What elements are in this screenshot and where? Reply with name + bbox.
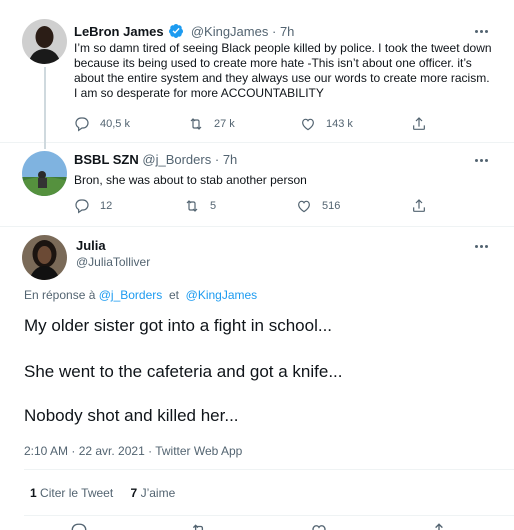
like-count: 143 k (326, 118, 353, 130)
avatar[interactable] (22, 235, 67, 280)
more-options-icon[interactable] (474, 23, 490, 39)
retweet-button[interactable] (190, 522, 208, 530)
share-button[interactable] (411, 197, 427, 215)
reply-icon (75, 117, 89, 132)
thread-line (44, 143, 46, 149)
like-label: J’aime (140, 486, 176, 500)
retweet-count: 5 (210, 200, 217, 212)
more-options-icon[interactable] (474, 238, 490, 254)
tweet-header: LeBron James @KingJames · 7h (74, 23, 294, 43)
share-button[interactable] (411, 115, 427, 133)
tweet-stats: 1 Citer le Tweet 7 J’aime (30, 486, 189, 500)
share-icon (413, 199, 425, 212)
quote-label: Citer le Tweet (40, 486, 114, 500)
retweet-icon (186, 200, 198, 212)
reply-prefix: En réponse à (24, 288, 96, 302)
tweet-time[interactable]: 7h (223, 152, 237, 167)
user-handle[interactable]: @KingJames (191, 24, 269, 39)
tweet-body-line: My older sister got into a fight in scho… (24, 316, 333, 335)
avatar[interactable] (22, 19, 67, 64)
reply-button[interactable]: 40,5 k (74, 115, 130, 133)
heart-icon (298, 200, 310, 213)
more-options-icon[interactable] (474, 152, 490, 168)
tweet-text: I’m so damn tired of seeing Black people… (74, 41, 492, 100)
reply-button[interactable]: 12 (74, 197, 112, 215)
user-handle[interactable]: @j_Borders (142, 152, 211, 167)
separator: · (214, 152, 220, 167)
retweet-count: 27 k (214, 118, 235, 130)
like-count: 516 (322, 200, 341, 212)
tweet-body-line: Nobody shot and killed her... (24, 406, 239, 425)
display-name[interactable]: Julia (76, 238, 106, 253)
like-button[interactable]: 516 (296, 197, 340, 215)
separator: · (271, 24, 277, 39)
like-button[interactable] (310, 522, 328, 530)
divider (24, 469, 514, 470)
tweet-header: BSBL SZN @j_Borders · 7h (74, 152, 237, 168)
reply-joiner: et (168, 288, 179, 302)
tweet-text: Bron, she was about to stab another pers… (74, 173, 307, 187)
share-icon (413, 117, 425, 130)
reply-count: 12 (100, 200, 113, 212)
retweet-icon (192, 524, 204, 530)
heart-icon (302, 118, 314, 131)
retweet-icon (190, 118, 202, 130)
reply-context: En réponse à @j_Borders et @KingJames (24, 288, 257, 302)
quote-tweets-stat[interactable]: 1 Citer le Tweet (30, 486, 113, 500)
likes-stat[interactable]: 7 J’aime (131, 486, 176, 500)
tweet-body-line: She went to the cafeteria and got a knif… (24, 362, 343, 381)
display-name[interactable]: LeBron James (74, 24, 164, 39)
reply-user-link[interactable]: @KingJames (186, 288, 258, 302)
reply-user-link[interactable]: @j_Borders (99, 288, 163, 302)
tweet-metadata: 2:10 AM · 22 avr. 2021 · Twitter Web App (24, 444, 242, 458)
tweet-timestamp[interactable]: 2:10 AM · 22 avr. 2021 · (24, 444, 155, 458)
share-button[interactable] (430, 522, 448, 530)
display-name[interactable]: BSBL SZN (74, 152, 139, 167)
retweet-button[interactable]: 5 (184, 197, 216, 215)
thread-line (44, 67, 46, 143)
tweet-lebron[interactable]: LeBron James @KingJames · 7h I’m so damn… (0, 0, 514, 143)
reply-icon (75, 199, 89, 214)
tweet-actions: 12 5 516 (74, 197, 434, 215)
tweet-actions: 40,5 k 27 k 143 k (74, 115, 434, 133)
retweet-button[interactable]: 27 k (188, 115, 235, 133)
reply-icon (71, 523, 87, 530)
tweet-time[interactable]: 7h (280, 24, 294, 39)
like-count: 7 (130, 486, 138, 500)
like-button[interactable]: 143 k (300, 115, 353, 133)
verified-icon (168, 23, 184, 43)
main-tweet-actions (70, 522, 470, 530)
avatar[interactable] (22, 151, 67, 196)
heart-icon (312, 525, 326, 530)
reply-count: 40,5 k (100, 118, 130, 130)
divider (24, 515, 514, 516)
tweet-bsbl[interactable]: BSBL SZN @j_Borders · 7h Bron, she was a… (0, 143, 514, 227)
tweet-source[interactable]: Twitter Web App (155, 444, 242, 458)
user-handle[interactable]: @JuliaTolliver (76, 255, 150, 269)
quote-count: 1 (30, 486, 37, 500)
share-icon (435, 523, 443, 530)
reply-button[interactable] (70, 522, 88, 530)
